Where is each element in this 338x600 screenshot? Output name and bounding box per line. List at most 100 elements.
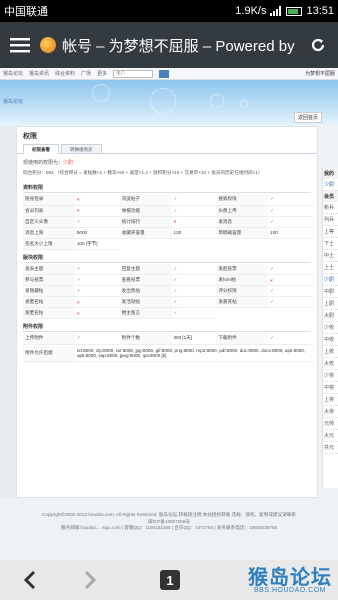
table-row: 签名大小上限 100 [字节]: [23, 238, 313, 250]
current-user-link[interactable]: 为梦想不屈服: [305, 70, 335, 77]
sidebar-group-item[interactable]: 中将: [323, 382, 338, 394]
browser-bottom-bar: 1 猴岛论坛 BBS.HOUDAO.COM: [0, 560, 338, 600]
menu-icon[interactable]: [0, 22, 40, 68]
permission-label: 发html帖: [216, 274, 269, 286]
nav-item[interactable]: 更多: [97, 70, 107, 77]
permission-label: 草稿箱容量: [216, 227, 269, 239]
sidebar-group-title: 会员: [323, 191, 338, 202]
check-icon: ✓: [76, 265, 81, 271]
footer-copyright: Copyright©2002-2013 houdao.com, All Righ…: [42, 512, 296, 517]
sidebar-group-item[interactable]: 上等: [323, 226, 338, 238]
check-icon: ✓: [173, 299, 178, 304]
sidebar-group-item[interactable]: 共元: [323, 442, 338, 454]
usergroup-value[interactable]: 少尉: [63, 160, 73, 166]
permission-label: 搜索权限: [216, 194, 269, 206]
permission-label: 发起投票: [216, 263, 269, 275]
sidebar-group-item[interactable]: 中校: [323, 334, 338, 346]
reload-icon[interactable]: [298, 22, 338, 68]
tab-permission-view[interactable]: 权限查看: [23, 144, 59, 154]
attach-ext-table: 附件允许后缀 txt:8000, zip:8000, rar:8000, jpg…: [23, 345, 313, 362]
nav-item[interactable]: 猴岛资讯: [29, 70, 49, 77]
sidebar-group-item[interactable]: 中士: [323, 250, 338, 262]
check-icon: ✓: [76, 335, 81, 341]
watermark-url: BBS.HOUDAO.COM: [254, 586, 326, 594]
back-arrow-icon[interactable]: [0, 560, 60, 600]
site-search-button[interactable]: [159, 69, 170, 78]
nav-item[interactable]: 综合资料: [55, 70, 75, 77]
sidebar-group-item[interactable]: 少尉: [323, 274, 338, 286]
table-row: 参与投票 ✓ 查看投票 ✓ 发html帖 ×: [23, 274, 313, 286]
cross-icon: ×: [76, 196, 80, 202]
carrier-name: 中国联通: [4, 6, 48, 18]
check-icon: ✓: [173, 310, 178, 315]
tab-count-button[interactable]: 1: [160, 570, 180, 590]
section-title-forum: 版块权限: [23, 250, 311, 263]
nav-item[interactable]: 猴岛论坛: [3, 70, 23, 77]
sidebar-group-item[interactable]: 元帅: [323, 418, 338, 430]
panel-title: 权限: [23, 133, 37, 140]
forward-arrow-icon[interactable]: [60, 560, 120, 600]
dandelion-decoration: [210, 94, 224, 108]
permission-label: 发出售帖: [119, 285, 172, 297]
check-icon: ✓: [270, 265, 275, 271]
sidebar-group-item[interactable]: 少将: [323, 370, 338, 382]
left-gutter: [0, 126, 16, 556]
site-banner: 猴岛论坛 返回首页: [0, 80, 338, 125]
permission-label: 评分权限: [216, 285, 269, 297]
table-row: 发隐藏帖 ✓ 发出售帖 ✓ 评分权限 ✓: [23, 285, 313, 297]
permission-label: 浏览帖子: [119, 194, 172, 206]
permission-label: 隐身登录: [23, 194, 75, 206]
table-row: 发表主题 ✓ 回复主题 ✓ 发起投票 ✓: [23, 263, 313, 275]
cross-icon: ×: [76, 310, 80, 316]
panel-tabs: 权限查看 转换组购买: [17, 143, 317, 154]
attach-permission-table: 上传附件 ✓ 附件个数 300 [1天] 下载附件 ✓: [23, 333, 313, 345]
permission-panel: 权限 权限查看 转换组购买 现使用的权限为：少尉 综合积分：584 （综合积分 …: [16, 126, 318, 498]
dandelion-decoration: [92, 84, 110, 102]
table-row: 消息上限 5000 收藏夹容量 120 草稿箱容量 100: [23, 227, 313, 239]
sidebar-group-item[interactable]: 列兵: [323, 214, 338, 226]
table-row: 会员列表 × 举报功能 ✓ 头像上传 ✓: [23, 205, 313, 217]
sidebar-group-item[interactable]: 上士: [323, 262, 338, 274]
sidebar-group-item[interactable]: 大校: [323, 358, 338, 370]
permission-label: 自定义头像: [23, 216, 75, 228]
sidebar-group-item[interactable]: 大尉: [323, 310, 338, 322]
table-row: 隐身登录 × 浏览帖子 ✓ 搜索权限 ✓: [23, 194, 313, 206]
table-row: 上传附件 ✓ 附件个数 300 [1天] 下载附件 ✓: [23, 333, 313, 345]
permission-label: 发匿名帖: [23, 296, 75, 308]
sidebar-group-item[interactable]: 少校: [323, 322, 338, 334]
browser-toolbar: 帐号 – 为梦想不屈服 – Powered by p: [0, 22, 338, 68]
web-content: 猴岛论坛 猴岛资讯 综合资料 广场 更多 用户 为梦想不屈服 猴岛论坛 返回首页…: [0, 68, 338, 560]
site-search-input[interactable]: 用户: [113, 69, 154, 78]
sidebar-group-item[interactable]: 下士: [323, 238, 338, 250]
cross-icon: ×: [76, 208, 80, 213]
check-icon: ✓: [270, 196, 275, 202]
check-icon: ✓: [173, 265, 178, 271]
permission-label: 发消息: [216, 216, 269, 228]
check-icon: ✓: [270, 335, 275, 341]
basic-permission-table: 隐身登录 × 浏览帖子 ✓ 搜索权限 ✓ 会员列表 × 举报功能 ✓ 头像上传 ✓ 自定义头像 ✓ 统计排行…: [23, 194, 313, 250]
sidebar-group-item[interactable]: 大将: [323, 406, 338, 418]
sidebar-group-item[interactable]: 新兵: [323, 202, 338, 214]
tab-group-purchase[interactable]: 转换组购买: [61, 144, 102, 153]
address-title[interactable]: 帐号 – 为梦想不屈服 – Powered by p: [40, 35, 298, 56]
back-home-button[interactable]: 返回首页: [293, 112, 322, 123]
permission-label: 头像上传: [216, 205, 269, 217]
usergroup-line: 现使用的权限为：少尉: [17, 154, 317, 168]
watermark-title: 猴岛论坛: [248, 564, 332, 589]
ext-value: txt:8000, zip:8000, rar:8000, jpg:8000, …: [75, 345, 313, 362]
sidebar-group-item[interactable]: 中尉: [323, 286, 338, 298]
sidebar-group-item[interactable]: 上尉: [323, 298, 338, 310]
permission-label: 查看投票: [119, 274, 172, 286]
nav-item[interactable]: 广场: [81, 70, 91, 77]
permission-label: 上传附件: [23, 333, 75, 345]
sidebar-group-item[interactable]: 大元: [323, 430, 338, 442]
sidebar-group-item[interactable]: 上校: [323, 346, 338, 358]
sidebar-group-item[interactable]: 上将: [323, 394, 338, 406]
check-icon: ✓: [270, 288, 275, 293]
footer-contact: 服务邮箱:houdao.... sigu.com | 客服QQ：11941521…: [60, 525, 278, 530]
permission-label: 举报功能: [119, 205, 172, 217]
sidebar-current-group[interactable]: 少尉: [323, 179, 338, 191]
table-row: 附件允许后缀 txt:8000, zip:8000, rar:8000, jpg…: [23, 345, 313, 362]
permission-label: 发悬赏帖: [216, 296, 269, 308]
credits-formula: 综合积分：584 （综合积分 = 发帖数×1 + 精华×50 + 威望×1.2 …: [23, 170, 263, 175]
